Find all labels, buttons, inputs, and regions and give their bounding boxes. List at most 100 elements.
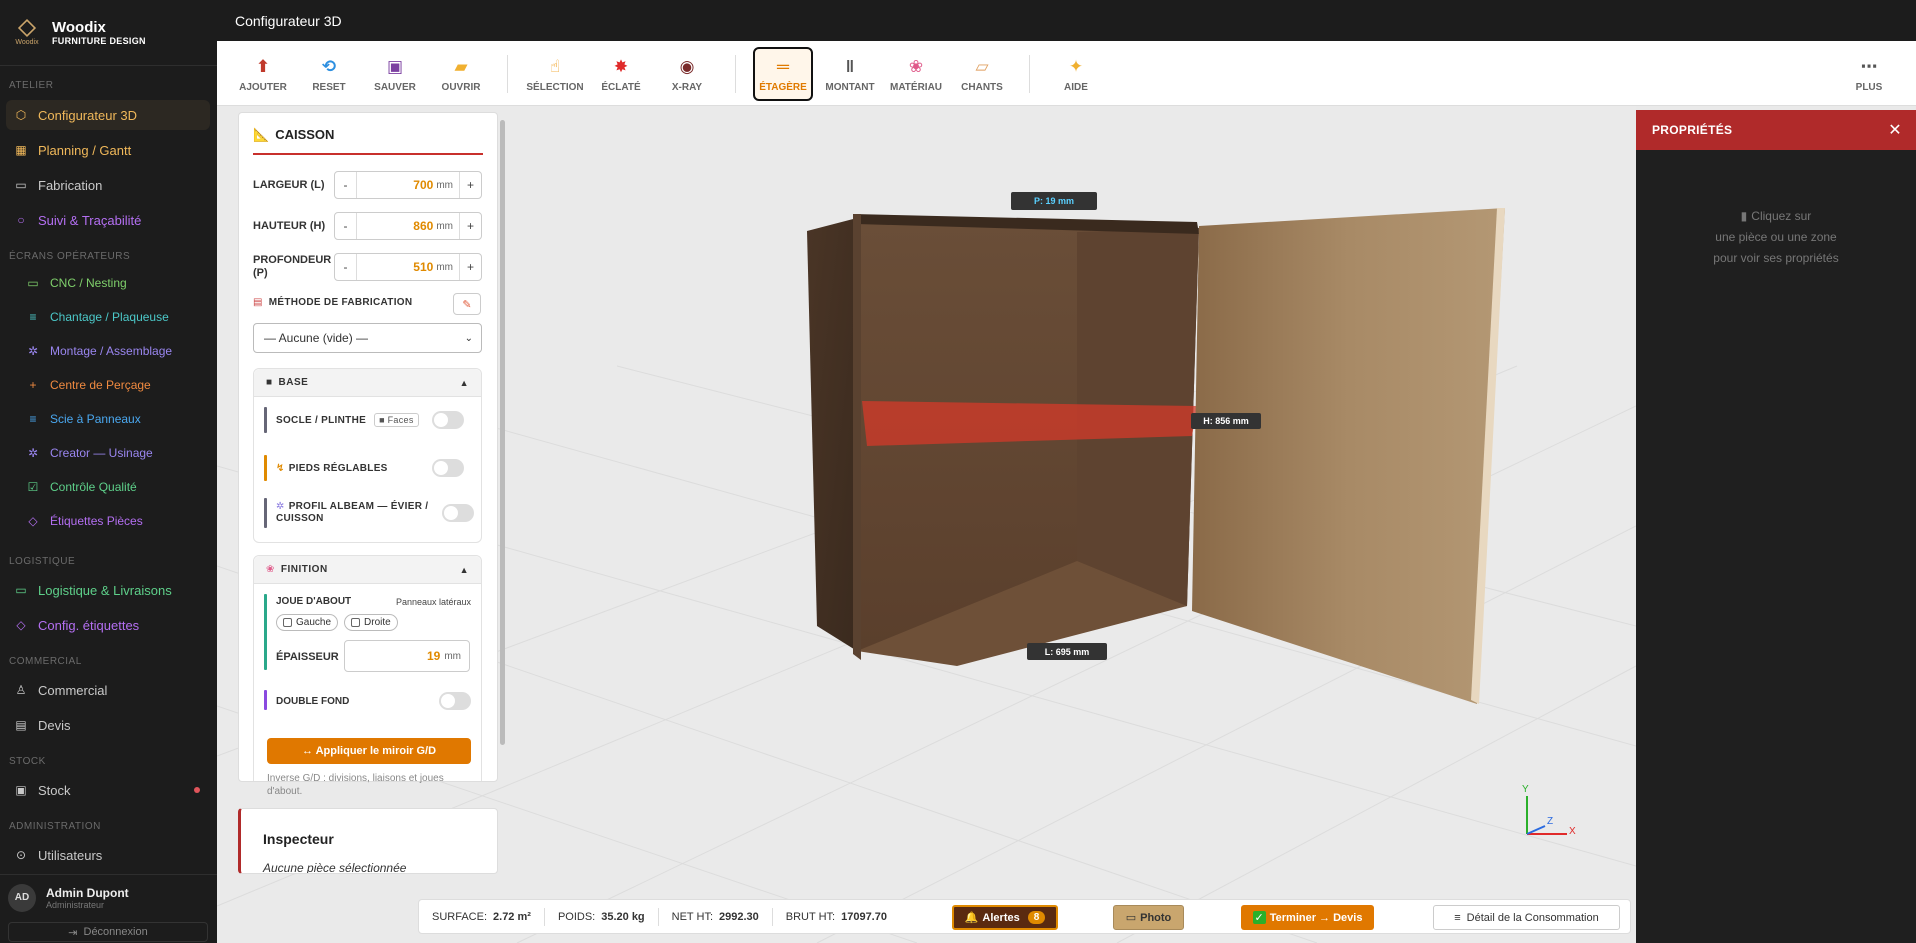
hauteur-minus-button[interactable]: - (335, 213, 357, 239)
sidebar-item-scie[interactable]: ≡ Scie à Panneaux (6, 404, 210, 434)
finition-header[interactable]: ❀ FINITION ▲ (254, 556, 481, 584)
socle-row: SOCLE / PLINTHE ■ Faces (264, 407, 474, 433)
aide-button[interactable]: ✦ AIDE (1046, 47, 1106, 101)
section-logistique: LOGISTIQUE (9, 556, 76, 567)
inspector-empty: Aucune pièce sélectionnée (263, 861, 407, 874)
profil-toggle[interactable] (442, 504, 474, 522)
user-card[interactable]: AD Admin Dupont Administrateur (0, 874, 217, 920)
sidebar-item-etiquettes[interactable]: ◇ Étiquettes Pièces (6, 506, 210, 536)
sidebar-item-qualite[interactable]: ☑ Contrôle Qualité (6, 472, 210, 502)
lines-icon: ≡ (29, 310, 37, 324)
sidebar-item-planning[interactable]: ▦ Planning / Gantt (6, 135, 210, 165)
largeur-plus-button[interactable]: + (459, 172, 481, 198)
section-stock: STOCK (9, 756, 46, 767)
sidebar-item-config-etiquettes[interactable]: ◇ Config. étiquettes (6, 610, 210, 640)
largeur-minus-button[interactable]: - (335, 172, 357, 198)
mirror-button[interactable]: ↔ Appliquer le miroir G/D (267, 738, 471, 764)
explosion-icon: ✸ (613, 56, 629, 76)
panel-scrollbar[interactable] (500, 120, 505, 745)
socle-toggle[interactable] (432, 411, 464, 429)
stat-surface: SURFACE: 2.72 m² (419, 907, 545, 926)
sidebar-item-stock[interactable]: ▣ Stock (6, 775, 210, 805)
etagere-button[interactable]: ═ ÉTAGÈRE (753, 47, 813, 101)
hauteur-stepper[interactable]: - 860 mm + (334, 212, 482, 240)
sidebar-item-fabrication[interactable]: ▭ Fabrication (6, 170, 210, 200)
stat-brut: BRUT HT: 17097.70 (785, 910, 887, 923)
camera-icon: ▭ (1125, 912, 1137, 924)
hauteur-value[interactable]: 860 (357, 219, 436, 233)
montant-button[interactable]: ‖ MONTANT (820, 47, 880, 101)
sidebar-item-suivi[interactable]: ○ Suivi & Traçabilité (6, 205, 210, 235)
largeur-value[interactable]: 700 (357, 178, 436, 192)
selection-button[interactable]: ☝ SÉLECTION (525, 47, 585, 101)
detail-consommation-button[interactable]: ≡ Détail de la Consommation (1433, 905, 1620, 930)
eye-icon: ◉ (679, 56, 695, 76)
profondeur-label: PROFONDEUR (P) (253, 254, 332, 279)
hauteur-plus-button[interactable]: + (459, 213, 481, 239)
woodix-logo-icon: Woodix (10, 16, 44, 50)
clipboard-icon: ▤ (253, 297, 263, 308)
ouvrir-button[interactable]: ▰ OUVRIR (431, 47, 491, 101)
cabinet-door[interactable] (1192, 208, 1505, 704)
reset-button[interactable]: ⟲ RESET (299, 47, 359, 101)
sidebar-item-commercial[interactable]: ♙ Commercial (6, 675, 210, 705)
user-name: Admin Dupont (46, 885, 129, 900)
double-fond-toggle[interactable] (439, 692, 471, 710)
sauver-button[interactable]: ▣ SAUVER (365, 47, 425, 101)
profil-row: ✲ PROFIL ALBEAM — ÉVIER / CUISSON (264, 497, 474, 529)
hauteur-label: HAUTEUR (H) (253, 220, 326, 232)
socle-label: SOCLE / PLINTHE (276, 414, 367, 426)
check-icon: ✓ (1252, 911, 1266, 924)
droite-checkbox[interactable]: Droite (344, 614, 398, 631)
ajouter-button[interactable]: ⬆ AJOUTER (233, 47, 293, 101)
sidebar-item-cnc[interactable]: ▭ CNC / Nesting (6, 268, 210, 298)
eclate-button[interactable]: ✸ ÉCLATÉ (591, 47, 651, 101)
chants-button[interactable]: ▱ CHANTS (952, 47, 1012, 101)
xray-button[interactable]: ◉ X-RAY (657, 47, 717, 101)
box-icon: ▣ (15, 783, 27, 797)
methode-select[interactable]: — Aucune (vide) — ⌄ (253, 323, 482, 353)
dimension-label-height: H: 856 mm (1191, 413, 1261, 429)
sidebar-item-creator[interactable]: ✲ Creator — Usinage (6, 438, 210, 468)
panneaux-label: Panneaux latéraux (395, 597, 471, 607)
materiau-button[interactable]: ❀ MATÉRIAU (886, 47, 946, 101)
sidebar-item-configurateur[interactable]: ⬡ Configurateur 3D (6, 100, 210, 130)
pointer-hand-icon: ☝ (549, 56, 561, 76)
faces-button[interactable]: ■ Faces (374, 413, 419, 427)
gauche-checkbox[interactable]: Gauche (276, 614, 339, 631)
epaisseur-input[interactable]: 19 mm (344, 640, 470, 672)
bandage-icon: ▱ (975, 56, 989, 76)
square-icon: ■ (266, 377, 273, 388)
alertes-button[interactable]: 🔔 Alertes 8 (952, 905, 1058, 930)
profondeur-plus-button[interactable]: + (459, 254, 481, 280)
status-bar: SURFACE: 2.72 m² POIDS: 35.20 kg NET HT: 29… (418, 899, 1631, 934)
profondeur-value[interactable]: 510 (357, 260, 436, 274)
sidebar-item-chantage[interactable]: ≡ Chantage / Plaqueuse (6, 302, 210, 332)
close-icon[interactable]: ✕ (1888, 120, 1902, 140)
logout-button[interactable]: ⇥ Déconnexion (8, 922, 208, 942)
ruler-icon: 📐 (253, 127, 270, 142)
sparkles-icon: ✦ (1068, 56, 1084, 76)
inspector-panel: Inspecteur Aucune pièce sélectionnée (238, 808, 498, 874)
sidebar-item-utilisateurs[interactable]: ⊙ Utilisateurs (6, 840, 210, 870)
sidebar-item-logistique[interactable]: ▭ Logistique & Livraisons (6, 575, 210, 605)
base-header[interactable]: ■ BASE ▲ (254, 369, 481, 397)
terminer-devis-button[interactable]: ✓ Terminer → Devis (1241, 905, 1374, 930)
sidebar-item-percage[interactable]: + Centre de Perçage (6, 370, 210, 400)
cabinet-left-panel[interactable] (807, 218, 857, 651)
section-commercial: COMMERCIAL (9, 656, 82, 667)
pieds-toggle[interactable] (432, 459, 464, 477)
palette-icon: ❀ (908, 56, 924, 76)
profondeur-minus-button[interactable]: - (335, 254, 357, 280)
axis-label-z: Z (1547, 816, 1554, 827)
base-group: ■ BASE ▲ SOCLE / PLINTHE ■ Faces ↯ PIEDS R… (253, 368, 482, 543)
folder-icon: ▰ (454, 56, 468, 76)
profondeur-stepper[interactable]: - 510 mm + (334, 253, 482, 281)
sidebar-item-devis[interactable]: ▤ Devis (6, 710, 210, 740)
brand-logo[interactable]: Woodix Woodix FURNITURE DESIGN (0, 0, 217, 66)
sidebar-item-montage[interactable]: ✲ Montage / Assemblage (6, 336, 210, 366)
plus-button[interactable]: ⋯ PLUS (1839, 47, 1899, 101)
largeur-stepper[interactable]: - 700 mm + (334, 171, 482, 199)
photo-button[interactable]: ▭ Photo (1113, 905, 1184, 930)
edit-methode-button[interactable]: ✎ (453, 293, 481, 315)
